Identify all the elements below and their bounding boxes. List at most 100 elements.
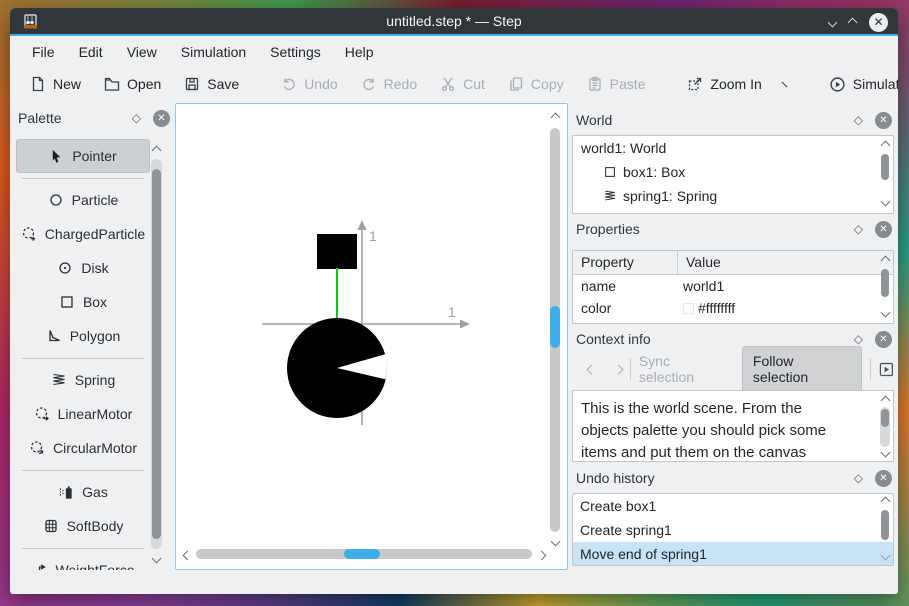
undo-item-create-spring1[interactable]: Create spring1 [573, 518, 893, 542]
float-panel-icon[interactable]: ◇ [854, 113, 863, 127]
property-row-time[interactable]: time 0.0 s [573, 319, 893, 323]
property-row-color[interactable]: color #ffffffff [573, 297, 893, 319]
palette-item-pointer[interactable]: Pointer [16, 139, 150, 173]
menu-settings[interactable]: Settings [260, 40, 331, 64]
main-toolbar: New Open Save Undo Redo Cut Copy Paste Z… [10, 65, 898, 103]
palette-separator [22, 547, 144, 549]
world-panel-title: World [576, 112, 613, 128]
world-canvas[interactable]: 1 1 [175, 103, 568, 570]
circular-motor-icon [30, 441, 44, 455]
maximize-button[interactable] [847, 17, 858, 27]
tree-item-world1[interactable]: world1: World [573, 136, 893, 160]
follow-selection-button[interactable]: Follow selection [741, 346, 863, 392]
undo-scrollbar-thumb[interactable] [881, 510, 889, 540]
particle-icon [50, 194, 62, 206]
close-button[interactable]: ✕ [869, 12, 888, 32]
tree-item-box1[interactable]: box1: Box [573, 160, 893, 184]
disk-icon [59, 262, 72, 274]
palette-header: Palette ◇ ✕ [14, 105, 172, 131]
toolbar-overflow-chevron[interactable] [781, 81, 788, 87]
close-panel-icon[interactable]: ✕ [875, 220, 892, 238]
open-button[interactable]: Open [96, 71, 169, 97]
palette-item-circularmotor[interactable]: CircularMotor [16, 431, 150, 465]
charged-particle-icon [22, 227, 35, 241]
palette-list: Pointer Particle ChargedParticle Disk Bo… [16, 139, 150, 570]
palette-item-box[interactable]: Box [16, 285, 150, 319]
linear-motor-icon [35, 407, 49, 421]
palette-item-softbody[interactable]: SoftBody [16, 509, 150, 543]
minimize-button[interactable] [827, 17, 838, 27]
close-panel-icon[interactable]: ✕ [875, 330, 892, 348]
palette-item-spring[interactable]: Spring [16, 363, 150, 397]
titlebar[interactable]: untitled.step * — Step ✕ [10, 8, 898, 36]
sync-selection-button[interactable]: Sync selection [639, 353, 728, 385]
context-back-icon[interactable] [586, 364, 597, 374]
copy-button[interactable]: Copy [500, 71, 572, 97]
context-scroll-down-icon[interactable] [880, 447, 891, 458]
disk-object[interactable] [286, 317, 388, 419]
column-header-value[interactable]: Value [678, 251, 729, 274]
float-panel-icon[interactable]: ◇ [854, 471, 863, 485]
undo-item-move-end-of-spring1[interactable]: Move end of spring1 [573, 542, 893, 565]
undo-button[interactable]: Undo [273, 71, 345, 97]
palette-scrollbar[interactable] [151, 159, 162, 549]
float-panel-icon[interactable]: ◇ [854, 332, 863, 346]
property-row-name[interactable]: name world1 [573, 275, 893, 297]
zoom-in-button[interactable]: Zoom In [679, 71, 769, 97]
close-panel-icon[interactable]: ✕ [153, 109, 170, 127]
float-panel-icon[interactable]: ◇ [854, 222, 863, 236]
palette-item-chargedparticle[interactable]: ChargedParticle [16, 217, 150, 251]
canvas-vscrollbar[interactable] [550, 128, 560, 532]
palette-separator [22, 177, 144, 179]
spring1-object[interactable] [336, 268, 338, 318]
paste-clipboard-icon [588, 76, 601, 91]
simulate-button[interactable]: Simulate [821, 71, 898, 98]
context-scrollbar-thumb[interactable] [881, 409, 889, 427]
palette-scroll-up-icon[interactable] [151, 145, 162, 156]
context-text-line: items and put them on the canvas [581, 444, 807, 461]
menu-simulation[interactable]: Simulation [171, 40, 256, 64]
simulate-play-icon [830, 76, 845, 92]
canvas-hscrollbar-thumb[interactable] [344, 549, 380, 559]
y-axis-arrowhead [357, 220, 367, 230]
properties-panel: Properties ◇ ✕ Property Value name world… [572, 216, 894, 328]
undo-item-create-box1[interactable]: Create box1 [573, 494, 893, 518]
menu-file[interactable]: File [22, 40, 65, 64]
canvas-hscrollbar[interactable] [196, 549, 532, 559]
cut-button[interactable]: Cut [432, 71, 493, 97]
context-popout-icon[interactable] [879, 362, 894, 377]
menu-view[interactable]: View [117, 40, 167, 64]
context-forward-icon[interactable] [613, 364, 624, 374]
palette-scroll-down-icon[interactable] [151, 553, 162, 564]
new-file-icon [32, 76, 44, 92]
tree-item-spring1[interactable]: spring1: Spring [573, 184, 893, 208]
palette-item-linearmotor[interactable]: LinearMotor [16, 397, 150, 431]
close-panel-icon[interactable]: ✕ [875, 469, 892, 487]
palette-scrollbar-thumb[interactable] [152, 169, 161, 539]
context-info-panel: Context info ◇ ✕ Sync selection Follow s… [572, 326, 894, 462]
save-button[interactable]: Save [176, 71, 247, 97]
palette-item-polygon[interactable]: Polygon [16, 319, 150, 353]
paste-button[interactable]: Paste [579, 71, 654, 97]
new-button[interactable]: New [22, 71, 89, 97]
world-scrollbar-thumb[interactable] [881, 154, 889, 180]
redo-button[interactable]: Redo [353, 71, 425, 97]
menu-help[interactable]: Help [335, 40, 384, 64]
canvas-vscrollbar-thumb[interactable] [550, 306, 560, 348]
column-header-property[interactable]: Property [573, 251, 678, 274]
float-panel-icon[interactable]: ◇ [132, 111, 141, 125]
undo-icon [284, 78, 295, 91]
palette-item-gas[interactable]: Gas [16, 475, 150, 509]
box1-object[interactable] [317, 234, 357, 269]
palette-item-disk[interactable]: Disk [16, 251, 150, 285]
x-axis-label: 1 [448, 304, 456, 320]
palette-item-weightforce[interactable]: WeightForce [16, 553, 150, 570]
zoom-in-icon [689, 77, 702, 91]
close-panel-icon[interactable]: ✕ [875, 111, 892, 129]
cut-scissors-icon [442, 77, 455, 91]
properties-scrollbar-thumb[interactable] [881, 269, 889, 297]
palette-item-particle[interactable]: Particle [16, 183, 150, 217]
world-tree: world1: World box1: Box spring1: Spring [572, 135, 894, 214]
context-scroll-up-icon[interactable] [880, 395, 891, 406]
menu-edit[interactable]: Edit [69, 40, 113, 64]
